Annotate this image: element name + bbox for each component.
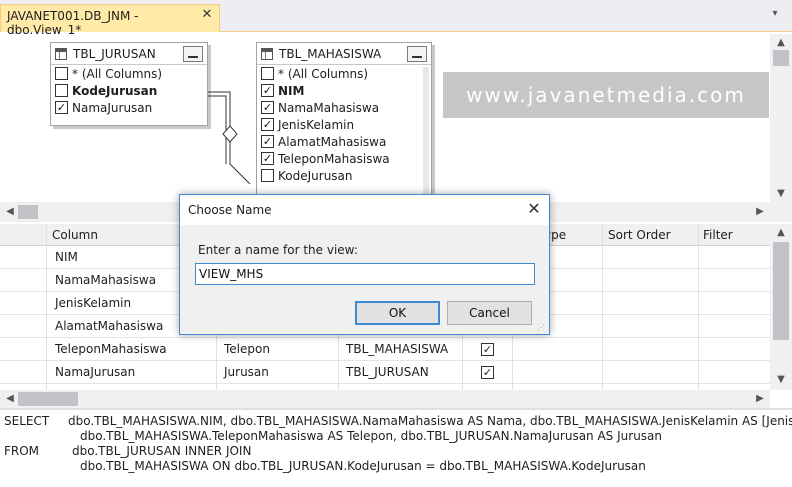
column-row[interactable]: ✓ JenisKelamin xyxy=(257,116,431,133)
table-icon xyxy=(261,47,273,60)
column-label: JenisKelamin xyxy=(278,117,355,132)
watermark-banner: www.javanetmedia.com xyxy=(443,72,769,118)
diagram-vertical-scrollbar[interactable]: ▲ ▼ xyxy=(770,34,792,202)
checked-checkbox-icon[interactable]: ✓ xyxy=(261,118,274,131)
scroll-down-icon[interactable]: ▼ xyxy=(774,188,788,199)
sql-line-text: dbo.TBL_MAHASISWA.TeleponMahasiswa AS Te… xyxy=(80,429,663,443)
sql-keyword: FROM xyxy=(4,444,40,458)
grid-row[interactable]: TeleponMahasiswa Telepon TBL_MAHASISWA ✓ xyxy=(0,338,770,361)
grid-vertical-scrollbar[interactable]: ▲ ▼ xyxy=(770,224,792,390)
scroll-thumb[interactable] xyxy=(773,242,789,340)
sql-keyword: SELECT xyxy=(4,414,50,428)
grid-cell-column[interactable]: TeleponMahasiswa xyxy=(55,342,167,356)
scroll-corner xyxy=(770,202,792,222)
sql-line-text: dbo.TBL_MAHASISWA.NIM, dbo.TBL_MAHASISWA… xyxy=(68,414,792,428)
table-icon xyxy=(55,47,67,60)
column-label: AlamatMahasiswa xyxy=(278,134,387,149)
ok-button[interactable]: OK xyxy=(355,301,440,325)
header-sort-order[interactable]: Sort Order xyxy=(608,228,671,242)
grid-row[interactable]: NamaJurusan Jurusan TBL_JURUSAN ✓ xyxy=(0,361,770,384)
grid-horizontal-scrollbar[interactable]: ◀ ▶ xyxy=(0,390,770,408)
choose-name-dialog: Choose Name ✕ Enter a name for the view:… xyxy=(179,194,550,335)
column-row[interactable]: ✓ NamaMahasiswa xyxy=(257,99,431,116)
table-box-mahasiswa[interactable]: TBL_MAHASISWA * (All Columns) ✓ NIM ✓ NamaMa… xyxy=(256,42,432,202)
column-list-scrollbar[interactable] xyxy=(423,67,429,202)
scroll-right-icon[interactable]: ▶ xyxy=(754,393,766,404)
join-connector[interactable] xyxy=(200,84,260,194)
column-row[interactable]: * (All Columns) xyxy=(51,65,207,82)
header-column[interactable]: Column xyxy=(52,228,98,242)
table-header[interactable]: TBL_MAHASISWA xyxy=(257,43,431,65)
sql-line-text: dbo.TBL_JURUSAN INNER JOIN xyxy=(72,444,252,458)
cancel-button[interactable]: Cancel xyxy=(447,301,532,325)
grid-cell-alias[interactable]: Telepon xyxy=(224,342,270,356)
column-label: NamaMahasiswa xyxy=(278,100,380,115)
dialog-title: Choose Name xyxy=(188,203,272,217)
column-row[interactable]: * (All Columns) xyxy=(257,65,431,82)
join-diamond-icon xyxy=(222,125,238,143)
scroll-left-icon[interactable]: ◀ xyxy=(4,206,16,217)
minimize-icon[interactable] xyxy=(183,46,203,62)
grid-cell-table[interactable]: TBL_MAHASISWA xyxy=(346,342,448,356)
column-row[interactable]: ✓ NIM xyxy=(257,82,431,99)
sql-line-text: dbo.TBL_MAHASISWA ON dbo.TBL_JURUSAN.Kod… xyxy=(80,459,646,473)
checked-checkbox-icon[interactable]: ✓ xyxy=(261,84,274,97)
column-row[interactable]: ✓ TeleponMahasiswa xyxy=(257,150,431,167)
column-row[interactable]: KodeJurusan xyxy=(257,167,431,184)
scroll-thumb[interactable] xyxy=(18,205,38,219)
table-name: TBL_JURUSAN xyxy=(73,46,156,61)
scroll-right-icon[interactable]: ▶ xyxy=(754,206,766,217)
document-tab[interactable]: JAVANET001.DB_JNM - dbo.View_1* xyxy=(0,4,220,37)
column-row[interactable]: ✓ AlamatMahasiswa xyxy=(257,133,431,150)
checked-checkbox-icon[interactable]: ✓ xyxy=(261,101,274,114)
sql-pane[interactable]: SELECT dbo.TBL_MAHASISWA.NIM, dbo.TBL_MAH… xyxy=(0,410,792,487)
dialog-close-icon[interactable]: ✕ xyxy=(524,200,544,218)
checked-checkbox-icon[interactable]: ✓ xyxy=(55,101,68,114)
table-box-jurusan[interactable]: TBL_JURUSAN * (All Columns) KodeJurusan ✓ N… xyxy=(50,42,208,126)
grid-cell-column[interactable]: NamaMahasiswa xyxy=(55,273,156,287)
column-label: * (All Columns) xyxy=(278,66,369,81)
grid-cell-column[interactable]: AlamatMahasiswa xyxy=(55,319,163,333)
grid-cell-column[interactable]: NIM xyxy=(55,250,78,264)
checkbox-icon[interactable] xyxy=(55,67,68,80)
column-label: NIM xyxy=(278,83,305,98)
scroll-thumb[interactable] xyxy=(18,392,78,406)
tab-title: JAVANET001.DB_JNM - dbo.View_1* xyxy=(7,9,139,37)
tab-close-icon[interactable]: ✕ xyxy=(200,8,214,22)
table-header[interactable]: TBL_JURUSAN xyxy=(51,43,207,65)
tab-dropdown-icon[interactable]: ▾ xyxy=(768,8,782,22)
scroll-up-icon[interactable]: ▲ xyxy=(774,37,788,48)
column-label: TeleponMahasiswa xyxy=(278,151,390,166)
grid-cell-alias[interactable]: Jurusan xyxy=(224,365,269,379)
column-label: KodeJurusan xyxy=(278,168,353,183)
table-name: TBL_MAHASISWA xyxy=(279,46,382,61)
grid-cell-table[interactable]: TBL_JURUSAN xyxy=(346,365,429,379)
column-list: * (All Columns) ✓ NIM ✓ NamaMahasiswa ✓ JenisK… xyxy=(257,65,431,184)
diagram-pane: TBL_JURUSAN * (All Columns) KodeJurusan ✓ N… xyxy=(0,34,770,202)
column-row[interactable]: KodeJurusan xyxy=(51,82,207,99)
grid-cell-column[interactable]: NamaJurusan xyxy=(55,365,135,379)
view-name-input[interactable] xyxy=(195,263,535,285)
scroll-down-icon[interactable]: ▼ xyxy=(774,374,788,385)
checkbox-icon[interactable] xyxy=(261,169,274,182)
column-label: KodeJurusan xyxy=(72,83,158,98)
header-filter[interactable]: Filter xyxy=(703,228,733,242)
column-label: * (All Columns) xyxy=(72,66,163,81)
scroll-left-icon[interactable]: ◀ xyxy=(4,393,16,404)
column-row[interactable]: ✓ NamaJurusan xyxy=(51,99,207,116)
dialog-prompt: Enter a name for the view: xyxy=(198,243,358,257)
resize-grip-icon[interactable]: ⋰ xyxy=(537,323,547,333)
checkbox-icon[interactable] xyxy=(261,67,274,80)
column-list: * (All Columns) KodeJurusan ✓ NamaJurusan xyxy=(51,65,207,116)
scroll-thumb[interactable] xyxy=(773,50,789,66)
grid-cell-column[interactable]: JenisKelamin xyxy=(55,296,131,310)
checkbox-icon[interactable] xyxy=(55,84,68,97)
minimize-icon[interactable] xyxy=(407,46,427,62)
output-checkbox-icon[interactable]: ✓ xyxy=(481,366,494,379)
checked-checkbox-icon[interactable]: ✓ xyxy=(261,152,274,165)
output-checkbox-icon[interactable]: ✓ xyxy=(481,343,494,356)
scroll-up-icon[interactable]: ▲ xyxy=(774,227,788,238)
column-label: NamaJurusan xyxy=(72,100,153,115)
checked-checkbox-icon[interactable]: ✓ xyxy=(261,135,274,148)
